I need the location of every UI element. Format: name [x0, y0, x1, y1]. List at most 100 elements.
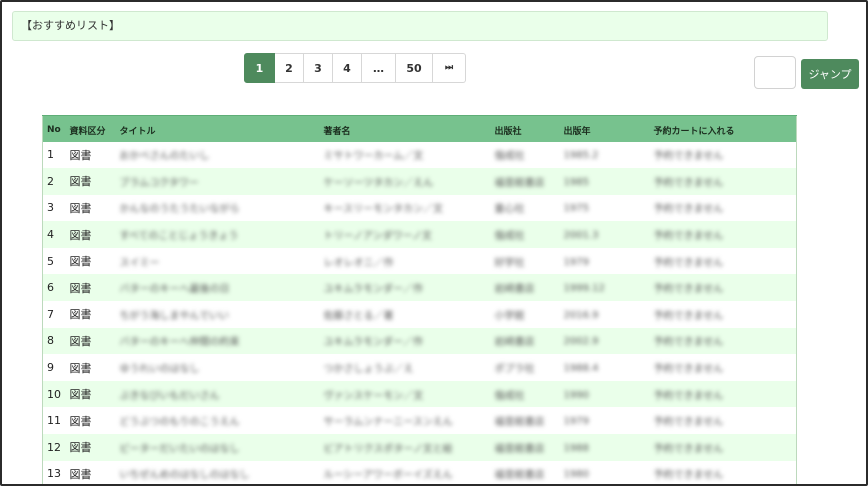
row-title-cell: ゆうれいのはなし — [115, 354, 320, 381]
column-header-publisher: 出版社 — [490, 115, 560, 142]
row-publisher: 岩崎書店 — [494, 284, 535, 296]
table-row[interactable]: 1 図書 おかべさんのたいし ミサトワーカーム／文 偕成社 1985.2 予約できません — [42, 141, 797, 169]
row-title[interactable]: いちぜんめのはなしのはなし — [120, 466, 250, 481]
last-page-button[interactable]: ⏭ — [433, 53, 466, 83]
table-row[interactable]: 5 図書 スイミー レオレオニ／作 好学社 1979 予約できません — [42, 247, 797, 275]
table-row[interactable]: 6 図書 バターのキーへ最後の日 ユキムラモンダー／作 岩崎書店 1999.12 予約できま… — [42, 274, 797, 302]
row-year-cell: 1988 — [559, 434, 650, 461]
row-year: 1988.4 — [563, 363, 599, 375]
row-title[interactable]: スイミー — [120, 254, 160, 269]
row-publisher-cell: 好学社 — [490, 247, 560, 275]
row-publisher: 福音館書店 — [494, 177, 545, 189]
row-author: キースリーモンタカン／文 — [323, 204, 444, 216]
row-publisher: 偕成社 — [494, 390, 525, 402]
page-button-50[interactable]: 50 — [396, 53, 433, 83]
row-cart-status-cell: 予約できません — [649, 354, 797, 381]
row-year-cell: 1999.12 — [559, 274, 650, 302]
row-no-cell: 5 — [42, 247, 66, 275]
row-cart-status: 予約できません — [653, 417, 724, 429]
table-row[interactable]: 10 図書 ぶきなびいもだいさん ヴァンスケーモン／文 偕成社 1990 予約できません — [42, 380, 797, 408]
row-title-cell: ピーターだいたいのはなし — [115, 434, 320, 461]
table-row[interactable]: 7 図書 ちがう海しまやんでいい 佐藤さとる／著 小学館 2016.9 予約できません — [42, 301, 797, 328]
row-no: 4 — [47, 228, 54, 242]
row-cart-status-cell: 予約できません — [649, 407, 797, 435]
row-title[interactable]: どうぶつのもりのこうえん — [120, 413, 240, 428]
row-author: ユキムラモンダー／作 — [323, 337, 424, 349]
row-year-cell: 1980 — [559, 460, 650, 484]
row-title-cell: バターのキーへ最後の日 — [115, 274, 320, 302]
column-header-type: 資料区分 — [65, 115, 116, 142]
row-title[interactable]: バターのキーへ最後の日 — [120, 280, 230, 295]
row-type: 図書 — [69, 228, 92, 242]
row-author-cell: 佐藤さとる／著 — [319, 301, 491, 328]
row-type-cell: 図書 — [65, 434, 116, 461]
row-no-cell: 2 — [42, 168, 66, 195]
row-type-cell: 図書 — [65, 460, 116, 484]
page-button-3[interactable]: 3 — [304, 53, 333, 83]
row-cart-status: 予約できません — [653, 470, 724, 482]
table-row[interactable]: 3 図書 かんなのうたうたいながら キースリーモンタカン／文 童心社 1975 予約できませ… — [42, 194, 797, 222]
row-cart-status: 予約できません — [653, 310, 724, 322]
row-year-cell: 2002.9 — [559, 327, 650, 355]
row-cart-status-cell: 予約できません — [649, 274, 797, 302]
row-publisher: ポプラ社 — [494, 364, 535, 376]
row-title[interactable]: ピーターだいたいのはなし — [120, 440, 240, 455]
row-year-cell: 1979 — [559, 247, 650, 275]
row-author: サーラムンナーニースンえん — [323, 417, 453, 429]
row-title[interactable]: バターのキーへ仲間の約束 — [120, 333, 240, 348]
row-year-cell: 1990 — [559, 380, 650, 408]
row-cart-status: 予約できません — [653, 257, 724, 269]
row-author-cell: ミサトワーカーム／文 — [319, 141, 491, 169]
row-year: 2001.3 — [563, 230, 599, 242]
row-title[interactable]: すべてのことじょうきょう — [120, 227, 239, 242]
page-button-4[interactable]: 4 — [333, 53, 362, 83]
table-row[interactable]: 13 図書 いちぜんめのはなしのはなし ルーシーアワーボーイズえん 福音館書店 1980 予… — [42, 460, 797, 484]
row-no: 7 — [47, 307, 54, 321]
row-cart-status: 予約できません — [653, 337, 724, 349]
row-publisher-cell: ポプラ社 — [490, 354, 560, 381]
row-title[interactable]: ぶきなびいもだいさん — [120, 387, 220, 402]
table-row[interactable]: 8 図書 バターのキーへ仲間の約束 ユキムラモンダー／作 岩崎書店 2002.9 予約できま… — [42, 327, 797, 355]
header-title: 【おすすめリスト】 — [21, 19, 120, 32]
column-header-cart: 予約カートに入れる — [649, 115, 797, 142]
table-header-row: No 資料区分 タイトル 著者名 出版社 出版年 予約カートに入れる — [42, 115, 797, 142]
row-year: 1975 — [563, 203, 589, 215]
row-title[interactable]: ゆうれいのはなし — [120, 360, 200, 375]
row-title[interactable]: おかべさんのたいし — [120, 147, 210, 162]
row-type-cell: 図書 — [65, 380, 116, 408]
row-no-cell: 9 — [42, 354, 66, 381]
row-author: ミサトワーカーム／文 — [323, 151, 424, 163]
row-author: レオレオニ／作 — [323, 257, 394, 269]
recommend-list-header: 【おすすめリスト】 — [12, 11, 828, 41]
row-title[interactable]: ブラムコクタワー — [120, 174, 199, 189]
row-no: 10 — [47, 387, 61, 401]
row-author-cell: ビアトリクスポターノ文と絵 — [319, 434, 491, 461]
row-cart-status-cell: 予約できません — [649, 141, 797, 169]
row-type-cell: 図書 — [65, 274, 116, 302]
row-no: 3 — [47, 201, 54, 215]
row-publisher-cell: 福音館書店 — [490, 168, 560, 195]
row-type-cell: 図書 — [65, 354, 116, 381]
table-row[interactable]: 4 図書 すべてのことじょうきょう トリーノアンダワーノ文 偕成社 2001.3 予約できま… — [42, 221, 797, 248]
page-button-2[interactable]: 2 — [275, 53, 304, 83]
page-jump-input[interactable] — [754, 56, 796, 89]
row-title-cell: いちぜんめのはなしのはなし — [115, 460, 320, 484]
jump-button[interactable]: ジャンプ — [801, 59, 859, 89]
row-title[interactable]: かんなのうたうたいながら — [120, 200, 240, 215]
row-no-cell: 3 — [42, 194, 66, 222]
row-author-cell: つかさしょうぶ／え — [319, 354, 491, 381]
row-publisher-cell: 福音館書店 — [490, 407, 560, 435]
row-year-cell: 2001.3 — [559, 221, 650, 248]
row-type-cell: 図書 — [65, 141, 116, 169]
table-row[interactable]: 2 図書 ブラムコクタワー ケーソーツタカン／えん 福音館書店 1985 予約できません — [42, 168, 797, 195]
row-cart-status-cell: 予約できません — [649, 327, 797, 355]
row-author-cell: サーラムンナーニースンえん — [319, 407, 491, 435]
row-title[interactable]: ちがう海しまやんでいい — [120, 307, 230, 322]
table-row[interactable]: 12 図書 ピーターだいたいのはなし ビアトリクスポターノ文と絵 福音館書店 1988 予約… — [42, 434, 797, 461]
row-year-cell: 2016.9 — [559, 301, 650, 328]
table-row[interactable]: 11 図書 どうぶつのもりのこうえん サーラムンナーニースンえん 福音館書店 1979 予約… — [42, 407, 797, 435]
row-cart-status-cell: 予約できません — [649, 380, 797, 408]
row-cart-status: 予約できません — [653, 231, 724, 243]
page-button-1[interactable]: 1 — [244, 53, 275, 83]
table-row[interactable]: 9 図書 ゆうれいのはなし つかさしょうぶ／え ポプラ社 1988.4 予約できません — [42, 354, 797, 381]
